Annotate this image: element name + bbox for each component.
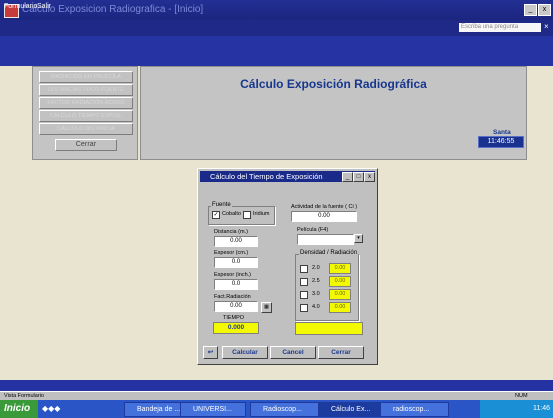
status-num: NUM <box>515 393 528 399</box>
pelicula-select[interactable] <box>297 234 354 245</box>
espesor-cm-input[interactable]: 0.0 <box>214 257 258 268</box>
back-icon[interactable]: ↩ <box>203 346 218 359</box>
result-message-field <box>295 322 363 335</box>
close-icon[interactable]: x <box>538 4 551 16</box>
densidad-checkbox-20[interactable] <box>300 265 308 273</box>
nav-radiacion-pelicula-button[interactable]: RADIACIÓN EN PELÍCULA <box>39 71 133 83</box>
cerrar-button[interactable]: Cerrar <box>318 346 364 359</box>
iridium-label: Iridium <box>253 211 270 217</box>
espesor-inch-label: Espesor (inch.) <box>214 272 251 278</box>
densidad-value-25: 2.5 <box>312 278 320 284</box>
densidad-value-30: 3.0 <box>312 291 320 297</box>
dialog-titlebar: Cálculo del Tiempo de Exposición _ □ x <box>200 171 375 182</box>
tiempo-result: 0.000 <box>213 322 259 334</box>
cancel-button[interactable]: Cancel <box>270 346 316 359</box>
minimize-icon[interactable]: _ <box>524 4 537 16</box>
dialog-title: Cálculo del Tiempo de Exposición <box>210 172 323 181</box>
quick-launch-icons[interactable]: ◆◆◆ <box>42 402 82 415</box>
radiacion-field-30[interactable]: 0.00 <box>329 289 351 300</box>
taskbar-item-radioscop-2[interactable]: radioscop... <box>380 402 449 417</box>
tiempo-label: TIEMPO <box>223 315 245 321</box>
page-title: Cálculo Exposición Radiográfica <box>240 77 427 91</box>
nav-cerrar-button[interactable]: Cerrar <box>55 139 117 151</box>
fact-radiacion-lookup-icon[interactable]: ▦ <box>261 302 272 313</box>
nav-distancias-button[interactable]: DISTANCIAS FOCO-FUENTE <box>39 84 133 96</box>
cobalto-label: Cobalto <box>222 211 241 217</box>
distancia-input[interactable]: 0.00 <box>214 236 258 247</box>
footer-band <box>0 380 553 391</box>
menu-formulario[interactable]: Formulario <box>4 3 37 10</box>
cobalto-checkbox[interactable]: ✓ <box>212 211 220 219</box>
espesor-inch-input[interactable]: 0.0 <box>214 279 258 290</box>
radiacion-field-40[interactable]: 0.00 <box>329 302 351 313</box>
dialog-minimize-icon[interactable]: _ <box>342 172 353 182</box>
densidad-checkbox-30[interactable] <box>300 291 308 299</box>
tiempo-exposicion-dialog: Cálculo del Tiempo de Exposición _ □ x F… <box>197 168 378 365</box>
fact-radiacion-label: Fact.Radiación <box>214 294 251 300</box>
status-left: Vista Formulario <box>4 393 44 399</box>
actividad-input[interactable]: 0.00 <box>291 211 357 222</box>
radiacion-field-20[interactable]: 0.00 <box>329 263 351 274</box>
taskbar-item-radioscop-1[interactable]: Radioscop... <box>250 402 319 417</box>
pelicula-dropdown-icon[interactable]: ▾ <box>354 234 363 243</box>
tray-clock: 11:46 <box>533 405 550 412</box>
nav-factor-radiacion-button[interactable]: FACTOR RADIACIÓN ACERO <box>39 97 133 109</box>
menu-salir[interactable]: Salir <box>37 3 51 10</box>
calcular-button[interactable]: Calcular <box>222 346 268 359</box>
fuente-label: Fuente <box>211 202 232 208</box>
clock-display: 11:46:55 <box>478 136 524 148</box>
nav-panel: RADIACIÓN EN PELÍCULA DISTANCIAS FOCO-FU… <box>32 66 138 160</box>
form-header-band <box>0 36 553 66</box>
densidad-value-20: 2.0 <box>312 265 320 271</box>
doc-close-icon[interactable]: × <box>544 22 549 31</box>
densidad-label: Densidad / Radiación <box>299 250 359 256</box>
espesor-cm-label: Espesor (cm.) <box>214 250 249 256</box>
help-search-input[interactable]: Escriba una pregunta <box>459 23 541 32</box>
radiacion-field-25[interactable]: 0.00 <box>329 276 351 287</box>
actividad-label: Actividad de la fuente ( Ci ) <box>291 204 358 210</box>
nav-calculo-distancia-button[interactable]: CÁLCULO DISTANCIA <box>39 123 133 135</box>
fact-radiacion-input[interactable]: 0.00 <box>214 301 258 312</box>
taskbar-item-universi[interactable]: UNIVERSI... <box>180 402 246 417</box>
densidad-checkbox-40[interactable] <box>300 304 308 312</box>
start-button[interactable]: Inicio <box>0 400 38 418</box>
nav-calculo-tiempo-button[interactable]: CÁLCULO TIEMPO EXPOS. <box>39 110 133 122</box>
pelicula-label: Película (F4) <box>297 227 329 233</box>
dialog-maximize-icon[interactable]: □ <box>353 172 364 182</box>
dialog-close-icon[interactable]: x <box>364 172 375 182</box>
distancia-label: Distancia (m.) <box>214 229 248 235</box>
iridium-checkbox[interactable] <box>243 211 251 219</box>
header-panel: Cálculo Exposición Radiográfica Santa Za… <box>140 66 527 160</box>
densidad-value-40: 4.0 <box>312 304 320 310</box>
system-tray: 11:46 <box>480 400 553 418</box>
densidad-checkbox-25[interactable] <box>300 278 308 286</box>
taskbar-item-bandeja[interactable]: Bandeja de ... <box>124 402 188 417</box>
